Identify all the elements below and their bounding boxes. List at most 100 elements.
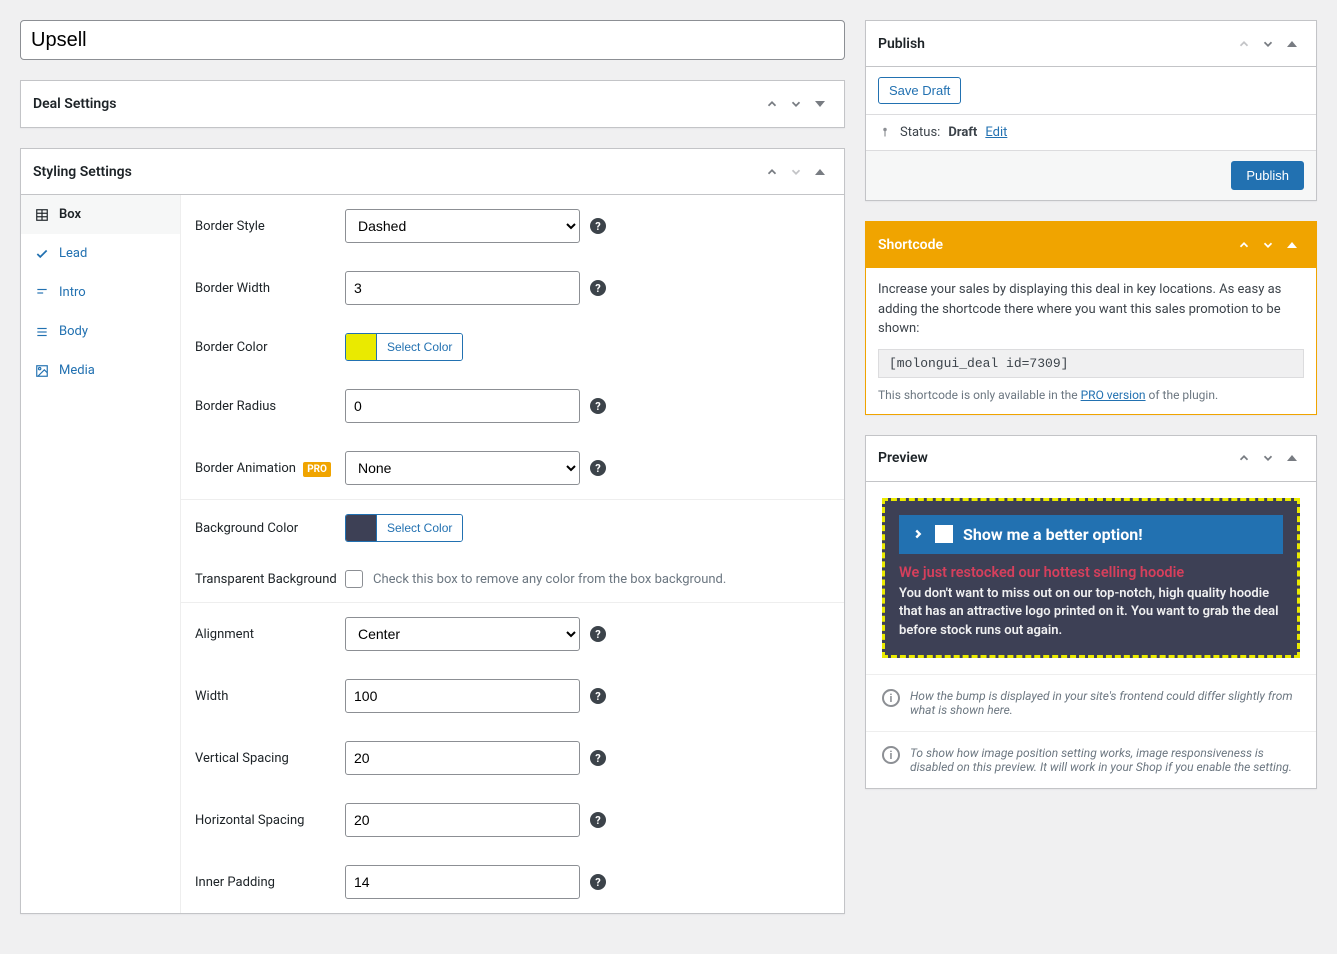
panel-title-preview: Preview	[878, 450, 1232, 466]
tab-body[interactable]: Body	[21, 312, 180, 351]
label-inner-padding: Inner Padding	[195, 875, 345, 890]
preview-body-text: You don't want to miss out on our top-no…	[899, 585, 1283, 642]
check-icon	[35, 247, 51, 261]
tab-label: Body	[59, 324, 88, 339]
panel-deal-settings: Deal Settings	[20, 80, 845, 128]
caret-up-icon[interactable]	[808, 160, 832, 184]
preview-note-1: How the bump is displayed in your site's…	[910, 689, 1300, 717]
pro-version-link[interactable]: PRO version	[1081, 388, 1146, 402]
chevron-down-icon[interactable]	[784, 160, 808, 184]
label-border-radius: Border Radius	[195, 399, 345, 414]
caret-up-icon[interactable]	[1280, 32, 1304, 56]
label-width: Width	[195, 689, 345, 704]
transparent-bg-checkbox[interactable]	[345, 570, 363, 588]
panel-title-styling: Styling Settings	[33, 164, 760, 180]
chevron-up-icon[interactable]	[1232, 233, 1256, 257]
tab-box[interactable]: Box	[21, 195, 180, 234]
tab-label: Media	[59, 363, 95, 378]
label-hspacing: Horizontal Spacing	[195, 813, 345, 828]
panel-title-deal-settings: Deal Settings	[33, 96, 760, 112]
help-icon[interactable]: ?	[590, 812, 606, 828]
border-color-button[interactable]: Select Color	[376, 334, 462, 360]
bg-color-button[interactable]: Select Color	[376, 515, 462, 541]
help-icon[interactable]: ?	[590, 688, 606, 704]
panel-title-shortcode: Shortcode	[878, 237, 1232, 253]
lines-icon	[35, 286, 51, 300]
help-icon[interactable]: ?	[590, 218, 606, 234]
label-border-width: Border Width	[195, 281, 345, 296]
label-alignment: Alignment	[195, 627, 345, 642]
help-icon[interactable]: ?	[590, 750, 606, 766]
label-transparent-bg: Transparent Background	[195, 572, 345, 587]
preview-intro-text: We just restocked our hottest selling ho…	[899, 564, 1283, 581]
chevron-down-icon[interactable]	[1256, 233, 1280, 257]
help-icon[interactable]: ?	[590, 460, 606, 476]
tab-label: Box	[59, 207, 81, 222]
panel-preview: Preview Show me a better option! We just…	[865, 435, 1317, 790]
help-icon[interactable]: ?	[590, 280, 606, 296]
preview-lead-text: Show me a better option!	[963, 525, 1143, 544]
shortcode-code[interactable]: [molongui_deal id=7309]	[878, 349, 1304, 378]
info-icon: i	[882, 746, 900, 764]
caret-down-icon[interactable]	[808, 92, 832, 116]
chevron-up-icon[interactable]	[1232, 32, 1256, 56]
styling-tabs: Box Lead Intro Body	[21, 195, 181, 913]
panel-title-publish: Publish	[878, 36, 1232, 52]
shortcode-desc: Increase your sales by displaying this d…	[878, 280, 1304, 339]
help-icon[interactable]: ?	[590, 874, 606, 890]
width-input[interactable]	[345, 679, 580, 713]
chevron-down-icon[interactable]	[784, 92, 808, 116]
panel-styling-settings: Styling Settings Box	[20, 148, 845, 914]
inner-padding-input[interactable]	[345, 865, 580, 899]
status-label: Status:	[900, 125, 940, 140]
save-draft-button[interactable]: Save Draft	[878, 77, 961, 104]
label-vspacing: Vertical Spacing	[195, 751, 345, 766]
publish-button[interactable]: Publish	[1231, 161, 1304, 190]
label-bg-color: Background Color	[195, 521, 345, 536]
alignment-select[interactable]: Center	[345, 617, 580, 651]
transparent-bg-hint: Check this box to remove any color from …	[373, 572, 726, 587]
border-width-input[interactable]	[345, 271, 580, 305]
chevron-up-icon[interactable]	[1232, 446, 1256, 470]
label-border-style: Border Style	[195, 219, 345, 234]
panel-publish: Publish Save Draft Status: Draft Edit Pu…	[865, 20, 1317, 201]
help-icon[interactable]: ?	[590, 398, 606, 414]
label-border-color: Border Color	[195, 340, 345, 355]
border-radius-input[interactable]	[345, 389, 580, 423]
tab-lead[interactable]: Lead	[21, 234, 180, 273]
border-animation-select[interactable]: None	[345, 451, 580, 485]
post-title-input[interactable]	[20, 20, 845, 60]
chevron-down-icon[interactable]	[1256, 32, 1280, 56]
paragraph-icon	[35, 325, 51, 339]
info-icon: i	[882, 689, 900, 707]
chevron-up-icon[interactable]	[760, 160, 784, 184]
chevron-right-icon	[911, 527, 925, 541]
chevron-down-icon[interactable]	[1256, 446, 1280, 470]
border-color-swatch	[346, 334, 376, 360]
hspacing-input[interactable]	[345, 803, 580, 837]
panel-shortcode: Shortcode Increase your sales by display…	[865, 221, 1317, 415]
edit-status-link[interactable]: Edit	[985, 125, 1007, 140]
tab-label: Lead	[59, 246, 87, 261]
bg-color-swatch	[346, 515, 376, 541]
label-border-animation: Border Animation PRO	[195, 461, 345, 476]
preview-box: Show me a better option! We just restock…	[882, 498, 1300, 659]
caret-up-icon[interactable]	[1280, 446, 1304, 470]
vspacing-input[interactable]	[345, 741, 580, 775]
pin-icon	[878, 126, 892, 140]
tab-media[interactable]: Media	[21, 351, 180, 390]
tab-intro[interactable]: Intro	[21, 273, 180, 312]
border-style-select[interactable]: Dashed	[345, 209, 580, 243]
image-icon	[35, 364, 51, 378]
preview-note-2: To show how image position setting works…	[910, 746, 1300, 774]
checkbox-icon	[935, 525, 953, 543]
shortcode-note: This shortcode is only available in the …	[878, 388, 1304, 402]
tab-label: Intro	[59, 285, 86, 300]
help-icon[interactable]: ?	[590, 626, 606, 642]
preview-lead: Show me a better option!	[899, 515, 1283, 554]
status-value: Draft	[948, 125, 977, 140]
box-icon	[35, 208, 51, 222]
caret-up-icon[interactable]	[1280, 233, 1304, 257]
pro-badge: PRO	[303, 462, 331, 477]
chevron-up-icon[interactable]	[760, 92, 784, 116]
